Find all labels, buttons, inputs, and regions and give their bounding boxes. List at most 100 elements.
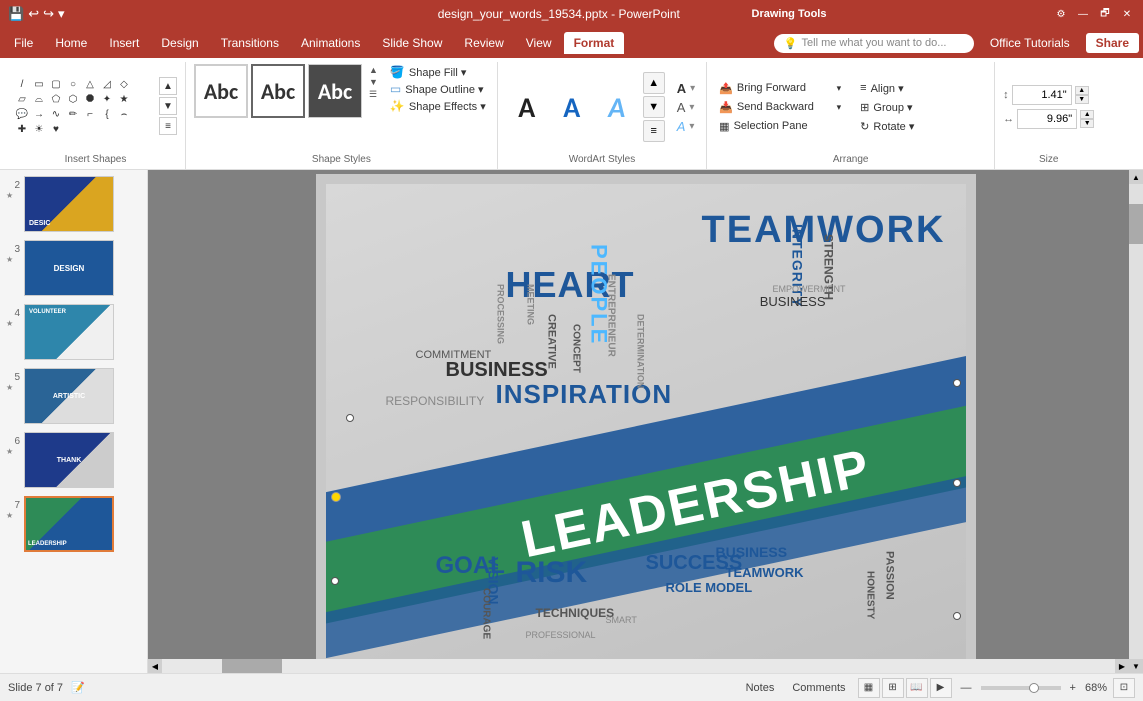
brace-shape[interactable]: { [99,108,115,122]
freeform-shape[interactable]: ✏ [65,108,81,122]
tell-me-box[interactable]: 💡 Tell me what you want to do... [774,34,974,53]
text-effects-btn[interactable]: A ▾ [674,118,698,135]
callout-shape[interactable]: 💬 [14,108,30,122]
menu-animations[interactable]: Animations [291,32,370,54]
slide-preview-7[interactable]: LEADERSHIP [24,496,114,552]
circle-shape[interactable]: ○ [65,78,81,92]
slide-thumb-2[interactable]: 2 ★ DESIC [4,174,143,234]
handle-br[interactable] [953,612,961,620]
wordart-a-light[interactable]: A [596,88,638,126]
slide-preview-5[interactable]: ARTISTIC [24,368,114,424]
slide-thumb-4[interactable]: 4 ★ VOLUNTEER [4,302,143,362]
style-abc-1[interactable]: Abc [194,64,248,118]
slide-preview-6[interactable]: THANK [24,432,114,488]
undo-icon[interactable]: ↩ [28,6,39,22]
style-abc-2[interactable]: Abc [251,64,305,118]
handle-tl[interactable] [346,414,354,422]
menu-view[interactable]: View [516,32,562,54]
more-shapes-expand[interactable]: ≡ [159,117,177,135]
width-up[interactable]: ▲ [1080,110,1094,119]
scroll-up-btn[interactable]: ▲ [1129,170,1143,184]
fit-window-btn[interactable]: ⊡ [1113,678,1135,698]
rounded-rect[interactable]: ▢ [48,78,64,92]
slideshow-btn[interactable]: ▶ [930,678,952,698]
office-tutorials-btn[interactable]: Office Tutorials [982,32,1078,54]
share-button[interactable]: Share [1086,33,1139,53]
slide-canvas[interactable]: TEAMWORK HEART PEOPLE INTEGRITY STRENGTH… [316,174,976,670]
hexagon-shape[interactable]: ⬡ [65,93,81,107]
settings-icon[interactable]: ⚙ [1053,6,1069,22]
slide-thumb-6[interactable]: 6 ★ THANK [4,430,143,490]
close-btn[interactable]: ✕ [1119,6,1135,22]
group-btn[interactable]: ⊞ Group ▾ [856,99,986,116]
slide-preview-4[interactable]: VOLUNTEER [24,304,114,360]
style-abc-3[interactable]: Abc [308,64,362,118]
height-input[interactable] [1012,85,1072,105]
shape-effects-btn[interactable]: ✨ Shape Effects ▾ [387,98,489,114]
maximize-btn[interactable]: 🗗 [1097,6,1113,22]
octagon-shape[interactable]: ⯃ [82,93,98,107]
style-more-arrow[interactable]: ☰ [368,88,379,101]
shape-fill-btn[interactable]: 🪣 Shape Fill ▾ [387,64,489,80]
save-icon[interactable]: 💾 [8,6,24,22]
rtriangle-shape[interactable]: ◿ [99,78,115,92]
send-backward-btn[interactable]: 📥 Send Backward ▾ [715,99,845,116]
normal-view-btn[interactable]: ▦ [858,678,880,698]
line-shape[interactable]: / [14,78,30,92]
sun-shape[interactable]: ☀ [31,123,47,137]
cross-shape[interactable]: ✚ [14,123,30,137]
pentagon-shape[interactable]: ⬠ [48,93,64,107]
handle-mr[interactable] [953,479,961,487]
slide-thumb-7[interactable]: 7 ★ LEADERSHIP [4,494,143,554]
menu-file[interactable]: File [4,32,43,54]
style-up-arrow[interactable]: ▲ [368,64,379,76]
triangle-shape[interactable]: △ [82,78,98,92]
slide-thumb-5[interactable]: 5 ★ ARTISTIC [4,366,143,426]
width-down[interactable]: ▼ [1080,119,1094,128]
reading-view-btn[interactable]: 📖 [906,678,928,698]
text-fill-btn[interactable]: A ▾ [674,80,698,97]
scroll-area-h[interactable] [162,659,1115,673]
scroll-left-btn[interactable]: ◀ [148,659,162,673]
slide-preview-3[interactable]: DESIGN [24,240,114,296]
wordart-a-blue[interactable]: A [551,88,593,126]
window-controls[interactable]: ⚙ — 🗗 ✕ [1053,6,1135,22]
menu-home[interactable]: Home [45,32,97,54]
bring-forward-dropdown[interactable]: ▾ [837,83,842,94]
arc-shape[interactable]: ⌢ [116,108,132,122]
minimize-btn[interactable]: — [1075,6,1091,22]
diamond-shape[interactable]: ◇ [116,78,132,92]
bracket-shape[interactable]: ⌐ [82,108,98,122]
handle-tr[interactable] [953,379,961,387]
style-dropdown[interactable]: ▲ ▼ ☰ [368,64,379,101]
heart-shape[interactable]: ♥ [48,123,64,137]
style-down-arrow[interactable]: ▼ [368,76,379,88]
wa-down[interactable]: ▼ [643,96,665,118]
menu-slideshow[interactable]: Slide Show [372,32,452,54]
bring-forward-btn[interactable]: 📤 Bring Forward ▾ [715,80,845,97]
menu-design[interactable]: Design [151,32,208,54]
wordart-a-solid[interactable]: A [506,88,548,126]
arrow-shape[interactable]: → [31,108,47,122]
zoom-slider[interactable] [981,686,1061,690]
trapezoid-shape[interactable]: ⌓ [31,93,47,107]
rotate-btn[interactable]: ↻ Rotate ▾ [856,118,986,135]
slide-sorter-btn[interactable]: ⊞ [882,678,904,698]
width-input[interactable] [1017,109,1077,129]
scroll-down-btn[interactable]: ▼ [1129,659,1143,673]
send-backward-dropdown[interactable]: ▾ [837,102,842,113]
scroll-right-btn[interactable]: ▶ [1115,659,1129,673]
shape-outline-btn[interactable]: ▭ Shape Outline ▾ [387,81,489,97]
more-shapes-down[interactable]: ▼ [159,97,177,115]
scroll-track-v[interactable] [1129,184,1143,659]
wa-more[interactable]: ≡ [643,120,665,142]
notes-button[interactable]: Notes [740,680,781,696]
rect-shape[interactable]: ▭ [31,78,47,92]
zoom-in-btn[interactable]: + [1067,682,1079,694]
height-up[interactable]: ▲ [1075,86,1089,95]
selection-pane-btn[interactable]: ▦ Selection Pane [715,118,845,135]
quick-access-toolbar[interactable]: 💾 ↩ ↪ ▾ [8,6,65,22]
scroll-thumb-h[interactable] [222,659,282,673]
curve-shape[interactable]: ∿ [48,108,64,122]
star4-shape[interactable]: ✦ [99,93,115,107]
